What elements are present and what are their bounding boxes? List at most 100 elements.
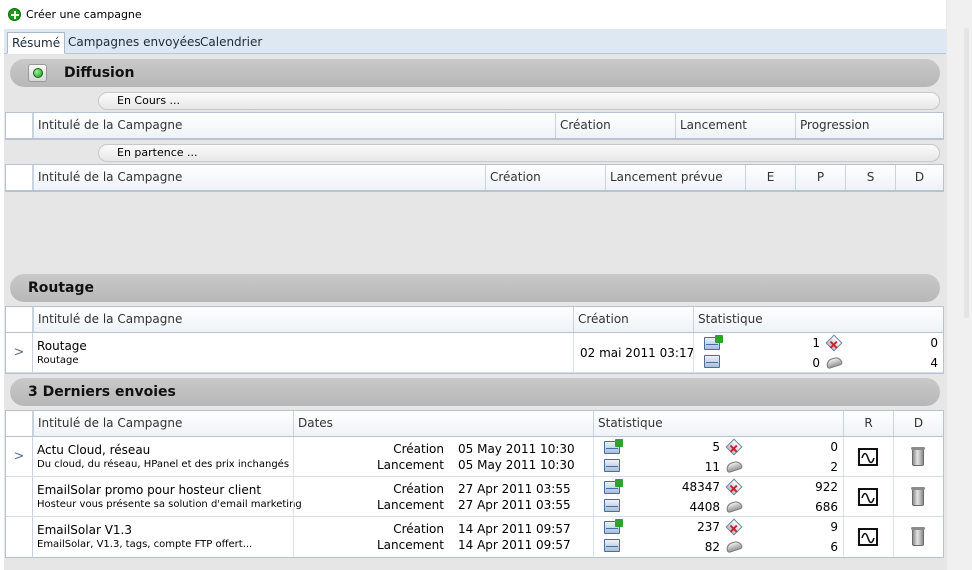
col-statistique[interactable]: Statistique	[693, 307, 943, 332]
mouse-click-icon	[825, 355, 843, 370]
routage-grid: Intitulé de la Campagne Création Statist…	[5, 306, 944, 374]
created-label: Création	[393, 442, 444, 456]
open-envelope-icon	[704, 355, 720, 368]
row-gutter	[6, 411, 33, 436]
table-row[interactable]: > Actu Cloud, réseau Du cloud, du réseau…	[6, 437, 943, 477]
created-date: 27 Apr 2011 03:55	[458, 482, 571, 496]
campaign-subject: EmailSolar, V1.3, tags, compte FTP offer…	[37, 539, 253, 550]
report-cell	[843, 437, 893, 476]
stat-cell: 1 0 0 4	[693, 333, 943, 372]
en-partence-grid: Intitulé de la Campagne Création Lanceme…	[5, 164, 944, 192]
grid-header: Intitulé de la Campagne Création Lanceme…	[6, 113, 943, 139]
stat-checks: 0	[830, 440, 838, 454]
stat-clicks: 2	[830, 460, 838, 474]
col-lancement-prevue[interactable]: Lancement prévue	[605, 165, 745, 190]
col-r[interactable]: R	[843, 411, 893, 436]
col-p[interactable]: P	[795, 165, 845, 190]
col-creation[interactable]: Création	[573, 307, 693, 332]
campaign-subject: Hosteur vous présente sa solution d'emai…	[37, 499, 302, 510]
creation-cell: 02 mai 2011 03:17	[573, 333, 695, 372]
trash-icon[interactable]	[911, 447, 925, 466]
creation-date: 02 mai 2011 03:17	[580, 346, 695, 360]
stat-sent: 1	[812, 336, 820, 350]
row-gutter	[6, 307, 33, 332]
col-creation[interactable]: Création	[485, 165, 605, 190]
send-envelope-icon	[604, 479, 623, 494]
table-row[interactable]: EmailSolar promo pour hosteur client Hos…	[6, 477, 943, 517]
scrollbar[interactable]	[964, 28, 969, 318]
bounce-check-icon	[725, 518, 743, 536]
tab-resume[interactable]: Résumé	[7, 32, 66, 54]
send-envelope-icon	[704, 335, 723, 350]
col-statistique[interactable]: Statistique	[593, 411, 843, 436]
tab-calendrier[interactable]: Calendrier	[196, 32, 266, 54]
col-intitule[interactable]: Intitulé de la Campagne	[33, 411, 293, 436]
section-routage: Routage	[10, 274, 940, 302]
trash-icon[interactable]	[911, 487, 925, 506]
col-lancement[interactable]: Lancement	[675, 113, 795, 138]
open-envelope-icon	[604, 539, 620, 552]
stat-checks: 0	[930, 336, 938, 350]
col-d[interactable]: D	[895, 165, 943, 190]
stat-cell: 5 11 0 2	[593, 437, 843, 476]
col-intitule[interactable]: Intitulé de la Campagne	[33, 113, 555, 138]
trash-icon[interactable]	[911, 527, 925, 546]
en-cours-bar[interactable]: En Cours ...	[98, 92, 940, 110]
stat-sent: 48347	[681, 480, 720, 494]
row-gutter	[6, 165, 33, 190]
en-partence-bar[interactable]: En partence ...	[98, 144, 940, 162]
col-creation[interactable]: Création	[555, 113, 675, 138]
table-row[interactable]: > Routage Routage 02 mai 2011 03:17 1 0 …	[6, 333, 943, 373]
stat-checks: 922	[815, 480, 838, 494]
send-envelope-icon	[604, 519, 623, 534]
expand-arrow-icon[interactable]: >	[6, 437, 33, 476]
col-progression[interactable]: Progression	[795, 113, 943, 138]
launch-date: 14 Apr 2011 09:57	[458, 538, 571, 552]
tab-campagnes-envoyees[interactable]: Campagnes envoyées	[64, 32, 205, 54]
en-cours-grid: Intitulé de la Campagne Création Lanceme…	[5, 112, 944, 140]
stat-opened: 0	[812, 356, 820, 370]
dates-cell: Création Lancement 05 May 2011 10:30 05 …	[293, 437, 593, 476]
campaign-subject: Du cloud, du réseau, HPanel et des prix …	[37, 459, 290, 470]
expand-arrow-icon[interactable]: >	[6, 333, 33, 372]
row-gutter	[6, 113, 33, 138]
col-intitule[interactable]: Intitulé de la Campagne	[33, 307, 573, 332]
stat-clicks: 4	[930, 356, 938, 370]
mouse-click-icon	[725, 499, 743, 514]
bounce-check-icon	[725, 438, 743, 456]
table-row[interactable]: EmailSolar V1.3 EmailSolar, V1.3, tags, …	[6, 517, 943, 557]
diffusion-button[interactable]	[28, 64, 47, 82]
launch-label: Lancement	[376, 498, 444, 512]
row-gutter	[6, 517, 33, 557]
stat-sent: 237	[697, 520, 720, 534]
col-s[interactable]: S	[845, 165, 895, 190]
stat-clicks: 6	[830, 540, 838, 554]
col-dates[interactable]: Dates	[293, 411, 593, 436]
campaign-name: Actu Cloud, réseau	[37, 443, 151, 457]
delete-cell	[893, 477, 943, 516]
report-icon[interactable]	[858, 448, 878, 466]
stat-opened: 4408	[689, 500, 720, 514]
report-icon[interactable]	[858, 528, 878, 546]
col-intitule[interactable]: Intitulé de la Campagne	[33, 165, 485, 190]
campaign-name: EmailSolar V1.3	[37, 523, 132, 537]
col-d[interactable]: D	[893, 411, 943, 436]
campaign-name: EmailSolar promo pour hosteur client	[37, 483, 262, 497]
grid-header: Intitulé de la Campagne Création Lanceme…	[6, 165, 943, 191]
report-icon[interactable]	[858, 488, 878, 506]
bounce-check-icon	[825, 334, 843, 352]
add-icon[interactable]	[8, 7, 21, 21]
stat-clicks: 686	[815, 500, 838, 514]
stat-cell: 237 82 9 6	[593, 517, 843, 557]
stat-sent: 5	[712, 440, 720, 454]
delete-cell	[893, 437, 943, 476]
created-label: Création	[393, 482, 444, 496]
delete-cell	[893, 517, 943, 557]
grid-header: Intitulé de la Campagne Création Statist…	[6, 307, 943, 333]
stat-opened: 82	[704, 540, 720, 554]
col-e[interactable]: E	[745, 165, 795, 190]
toolbar: Créer une campagne	[0, 0, 946, 28]
campaign-name: Routage	[37, 339, 87, 353]
create-campaign-link[interactable]: Créer une campagne	[26, 8, 142, 21]
send-envelope-icon	[604, 439, 623, 454]
